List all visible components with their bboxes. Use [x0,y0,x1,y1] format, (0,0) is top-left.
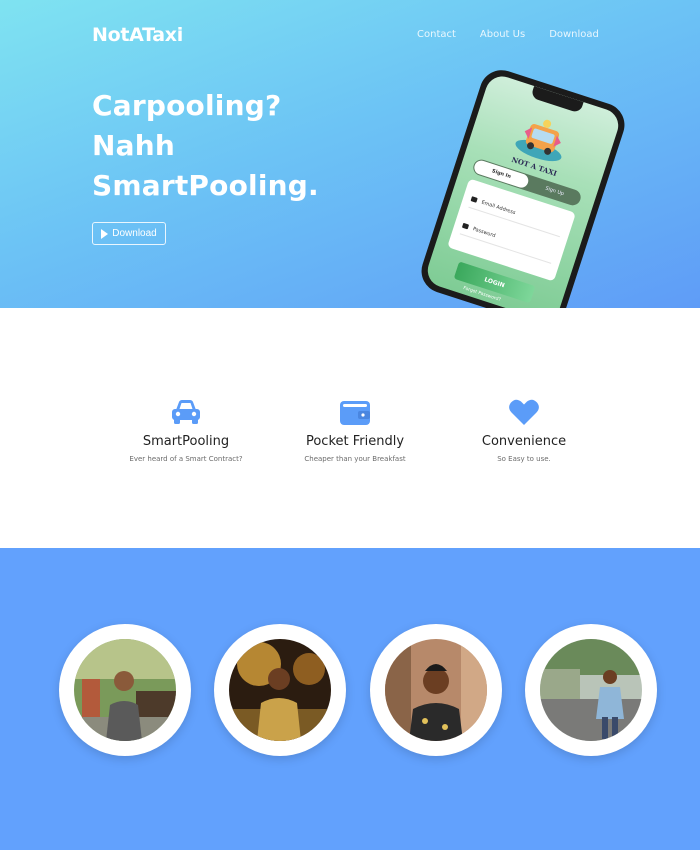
hero-headline: Carpooling? Nahh SmartPooling. [92,86,319,206]
play-icon [101,228,109,239]
feature-title: Convenience [481,434,567,449]
mail-icon [470,196,478,203]
phone-frame: NOT A TAXI Sign In Sign Up Email Address… [415,64,631,308]
team-member-photo [540,639,642,741]
nav-download[interactable]: Download [549,29,599,40]
team-member-4[interactable] [525,624,657,756]
phone-notch [530,85,584,114]
feature-subtitle: Cheaper than your Breakfast [304,455,406,463]
feature-pocket-friendly: Pocket Friendly Cheaper than your Breakf… [265,398,445,463]
car-icon [172,400,200,424]
phone-screen: NOT A TAXI Sign In Sign Up Email Address… [423,72,623,308]
top-nav: Contact About Us Download [417,29,623,40]
feature-subtitle: Ever heard of a Smart Contract? [129,455,243,463]
headline-line-3: SmartPooling. [92,169,319,202]
team-member-1[interactable] [59,624,191,756]
team-section [0,548,700,850]
nav-contact[interactable]: Contact [417,29,456,40]
wallet-icon [340,401,370,425]
feature-smartpooling: SmartPooling Ever heard of a Smart Contr… [96,398,276,463]
download-button-label: Download [112,228,157,239]
feature-convenience: Convenience So Easy to use. [434,398,614,463]
team-member-photo [74,639,176,741]
team-member-3[interactable] [370,624,502,756]
brand-logo[interactable]: NotATaxi [92,24,183,46]
headline-line-2: Nahh [92,129,175,162]
hero-section: NotATaxi Contact About Us Download Carpo… [0,0,700,308]
feature-subtitle: So Easy to use. [497,455,551,463]
email-placeholder: Email Address [480,199,517,216]
team-member-photo [385,639,487,741]
team-member-photo [229,639,331,741]
heart-icon [509,399,539,425]
password-placeholder: Password [472,225,497,239]
nav-about-us[interactable]: About Us [480,29,525,40]
lock-icon [461,222,470,230]
headline-line-1: Carpooling? [92,89,282,122]
team-member-2[interactable] [214,624,346,756]
feature-title: Pocket Friendly [305,434,405,449]
download-button[interactable]: Download [92,222,166,245]
features-section: SmartPooling Ever heard of a Smart Contr… [0,308,700,548]
phone-mockup: NOT A TAXI Sign In Sign Up Email Address… [415,64,631,308]
feature-title: SmartPooling [142,434,230,449]
